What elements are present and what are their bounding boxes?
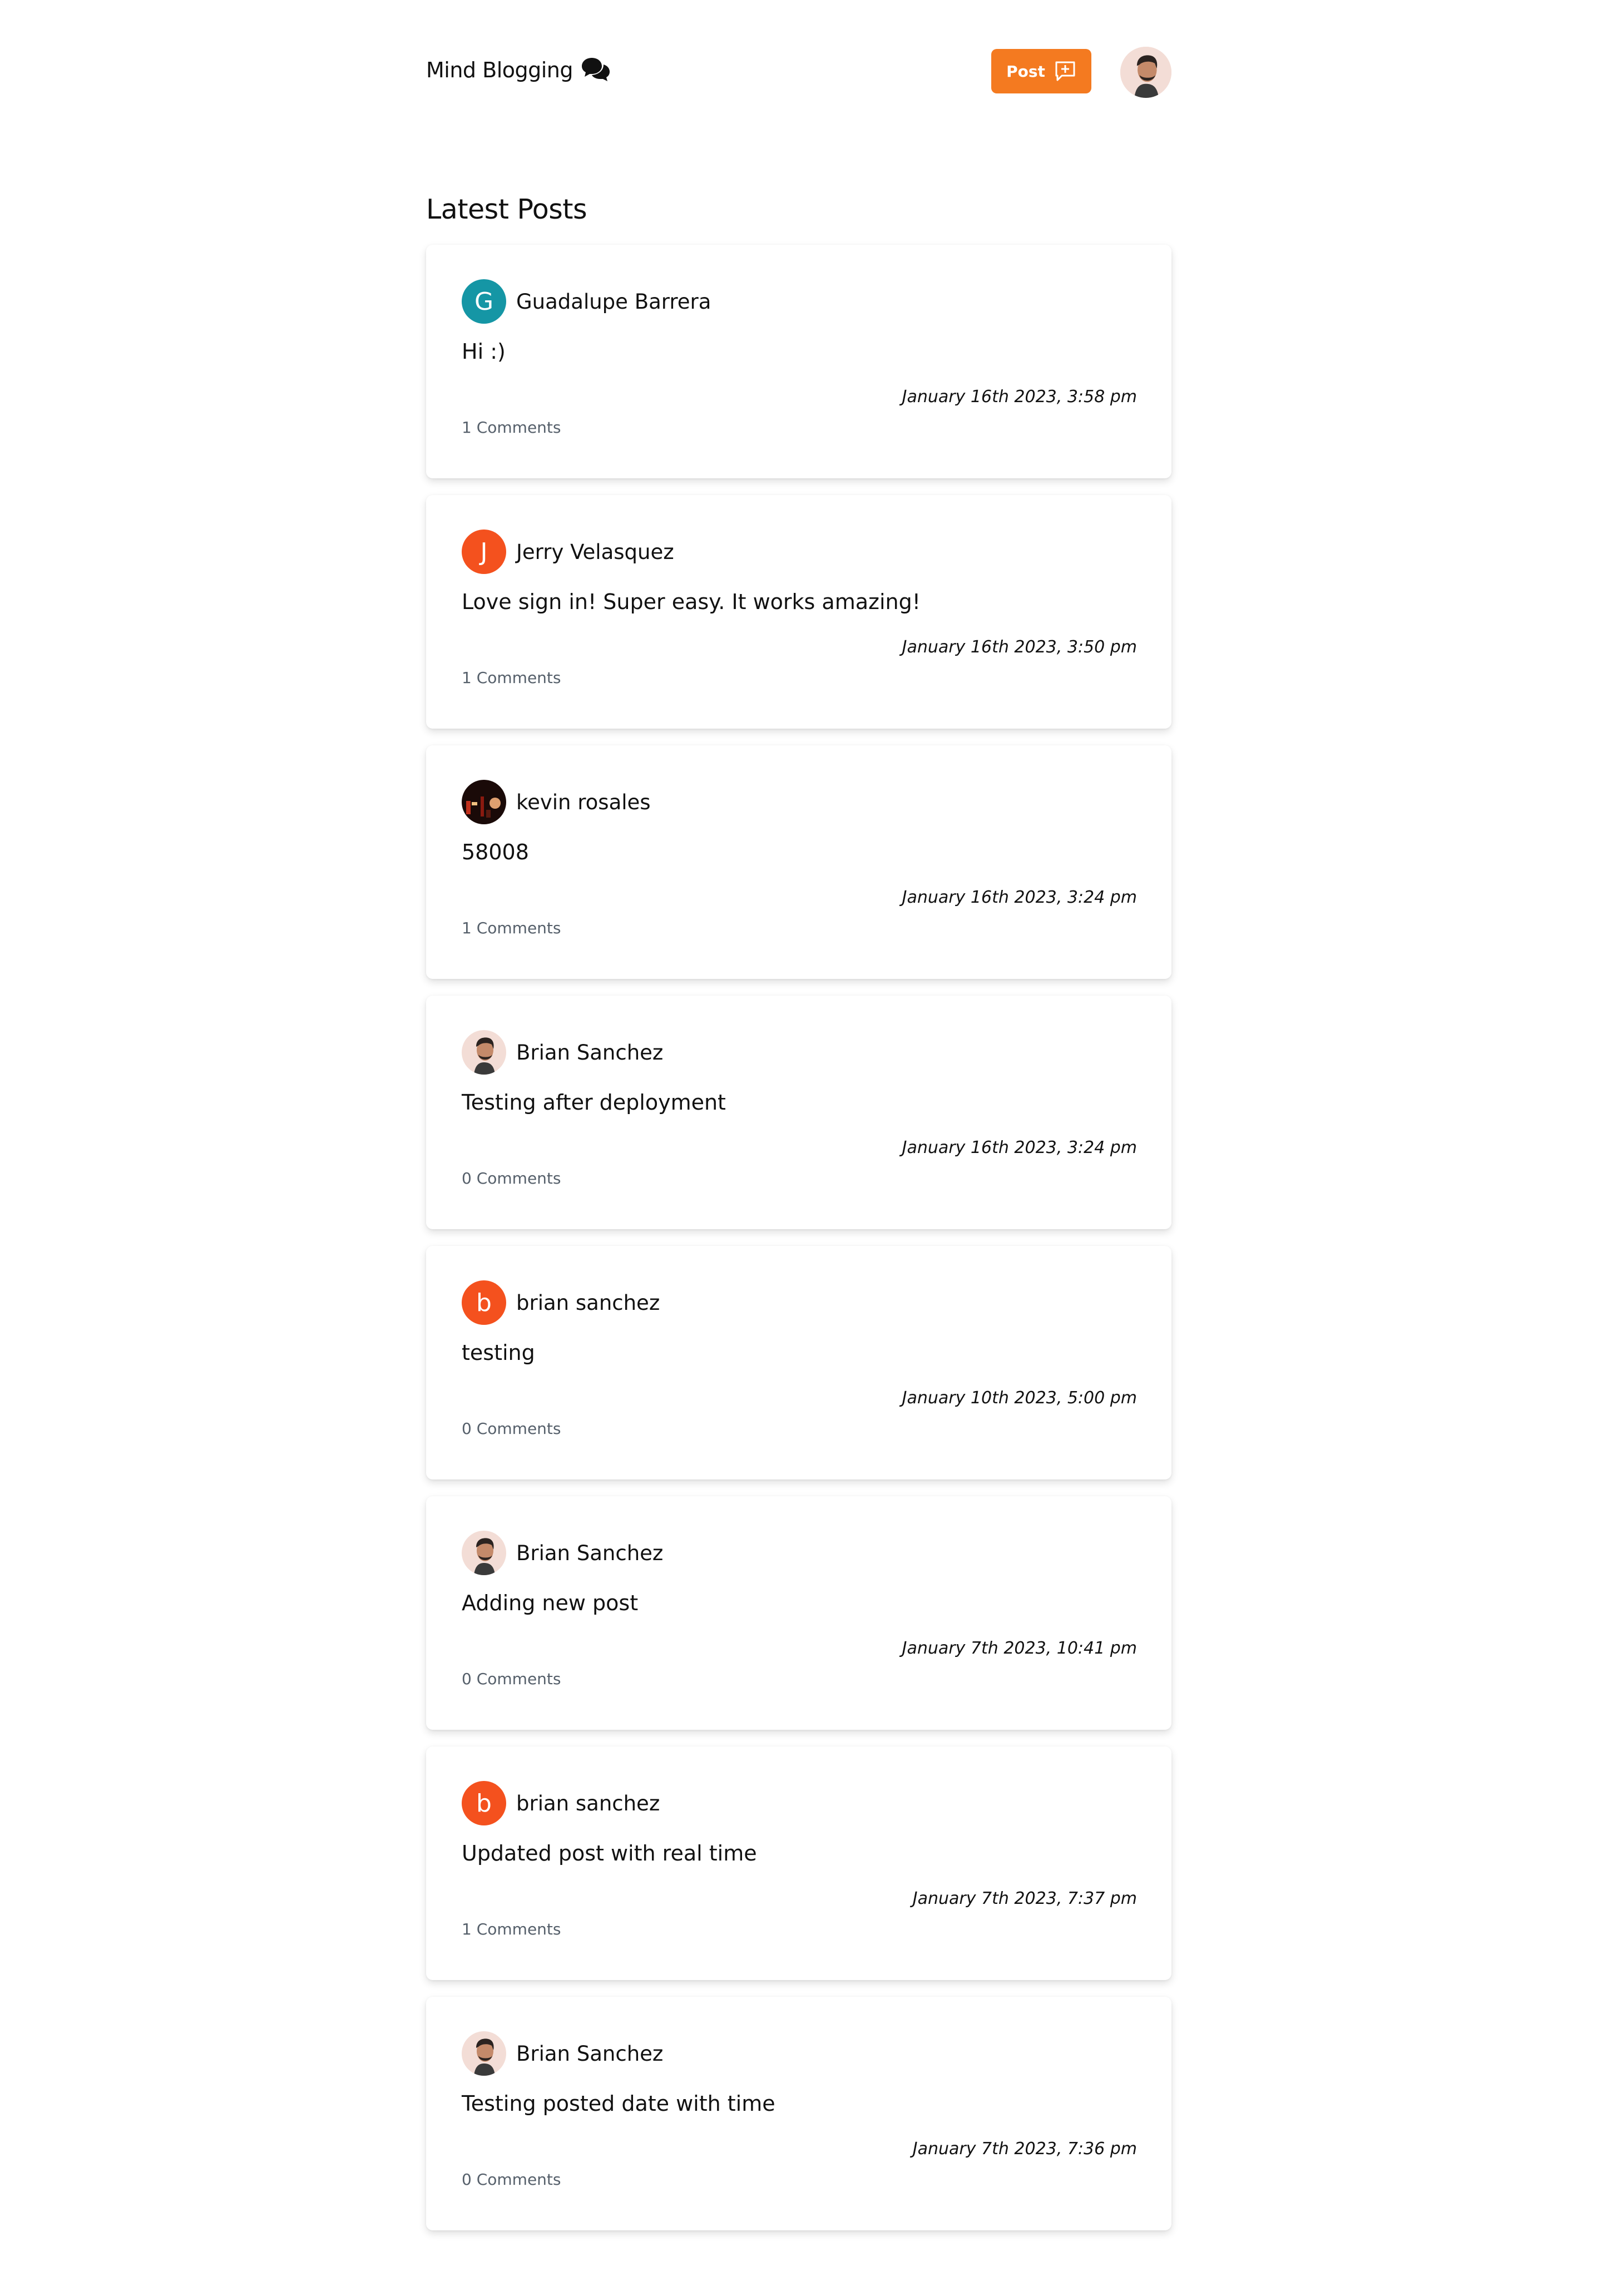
post-content: Love sign in! Super easy. It works amazi… <box>462 590 921 614</box>
post-author-avatar[interactable]: J <box>462 530 506 574</box>
post-author-avatar[interactable]: G <box>462 279 506 324</box>
post-content: Updated post with real time <box>462 1841 757 1866</box>
post-card[interactable]: Brian Sanchez Testing posted date with t… <box>426 1997 1171 2230</box>
chat-bubbles-icon <box>582 58 610 81</box>
post-author-row: b brian sanchez <box>462 1781 660 1825</box>
post-card[interactable]: b brian sanchez testing January 10th 202… <box>426 1246 1171 1479</box>
post-card[interactable]: Brian Sanchez Testing after deployment J… <box>426 996 1171 1229</box>
post-comments-count[interactable]: 1 Comments <box>462 669 561 687</box>
post-author-name[interactable]: Brian Sanchez <box>516 1041 663 1065</box>
post-author-name[interactable]: Jerry Velasquez <box>516 540 674 564</box>
post-author-name[interactable]: brian sanchez <box>516 1291 660 1315</box>
post-date: January 7th 2023, 7:37 pm <box>912 1889 1137 1908</box>
post-list: G Guadalupe Barrera Hi :) January 16th 2… <box>426 245 1171 2247</box>
post-date: January 7th 2023, 10:41 pm <box>902 1639 1137 1658</box>
post-author-avatar[interactable] <box>462 1531 506 1575</box>
post-author-name[interactable]: Brian Sanchez <box>516 2042 663 2066</box>
post-card[interactable]: b brian sanchez Updated post with real t… <box>426 1746 1171 1980</box>
post-author-row: Brian Sanchez <box>462 1030 663 1075</box>
post-date: January 7th 2023, 7:36 pm <box>912 2139 1137 2159</box>
post-date: January 10th 2023, 5:00 pm <box>902 1388 1137 1408</box>
post-content: Hi :) <box>462 339 506 364</box>
post-card[interactable]: kevin rosales 58008 January 16th 2023, 3… <box>426 745 1171 979</box>
post-author-avatar[interactable] <box>462 2031 506 2076</box>
post-author-avatar[interactable] <box>462 1030 506 1075</box>
new-post-button[interactable]: Post <box>991 49 1091 93</box>
post-comments-count[interactable]: 0 Comments <box>462 2170 561 2189</box>
post-content: Adding new post <box>462 1591 639 1615</box>
user-photo <box>1120 47 1171 98</box>
post-author-row: Brian Sanchez <box>462 1531 663 1575</box>
add-comment-icon <box>1055 61 1075 81</box>
latest-posts-heading: Latest Posts <box>426 194 587 225</box>
top-header: Mind Blogging Post <box>426 47 1171 105</box>
post-content: Testing posted date with time <box>462 2091 775 2116</box>
post-author-name[interactable]: brian sanchez <box>516 1792 660 1815</box>
post-date: January 16th 2023, 3:24 pm <box>902 1138 1137 1157</box>
post-author-name[interactable]: Guadalupe Barrera <box>516 290 711 314</box>
post-author-avatar[interactable]: b <box>462 1781 506 1825</box>
post-comments-count[interactable]: 0 Comments <box>462 1169 561 1187</box>
post-author-row: kevin rosales <box>462 780 651 824</box>
post-author-name[interactable]: Brian Sanchez <box>516 1541 663 1565</box>
user-avatar[interactable] <box>1120 47 1171 98</box>
post-comments-count[interactable]: 0 Comments <box>462 1670 561 1688</box>
post-comments-count[interactable]: 1 Comments <box>462 418 561 437</box>
post-card[interactable]: Brian Sanchez Adding new post January 7t… <box>426 1496 1171 1730</box>
post-card[interactable]: J Jerry Velasquez Love sign in! Super ea… <box>426 495 1171 729</box>
brand[interactable]: Mind Blogging <box>426 57 611 83</box>
post-content: testing <box>462 1340 535 1365</box>
post-author-avatar[interactable]: b <box>462 1280 506 1325</box>
brand-name: Mind Blogging <box>426 58 573 82</box>
post-author-avatar[interactable] <box>462 780 506 824</box>
post-author-row: b brian sanchez <box>462 1280 660 1325</box>
post-content: 58008 <box>462 840 529 864</box>
post-comments-count[interactable]: 1 Comments <box>462 1920 561 1938</box>
post-comments-count[interactable]: 1 Comments <box>462 919 561 937</box>
post-comments-count[interactable]: 0 Comments <box>462 1419 561 1438</box>
post-author-row: J Jerry Velasquez <box>462 530 674 574</box>
post-author-row: G Guadalupe Barrera <box>462 279 711 324</box>
post-author-row: Brian Sanchez <box>462 2031 663 2076</box>
post-content: Testing after deployment <box>462 1090 726 1115</box>
post-date: January 16th 2023, 3:58 pm <box>902 387 1137 407</box>
new-post-button-label: Post <box>1006 62 1045 81</box>
post-card[interactable]: G Guadalupe Barrera Hi :) January 16th 2… <box>426 245 1171 478</box>
post-author-name[interactable]: kevin rosales <box>516 790 651 814</box>
post-date: January 16th 2023, 3:24 pm <box>902 888 1137 907</box>
post-date: January 16th 2023, 3:50 pm <box>902 637 1137 657</box>
